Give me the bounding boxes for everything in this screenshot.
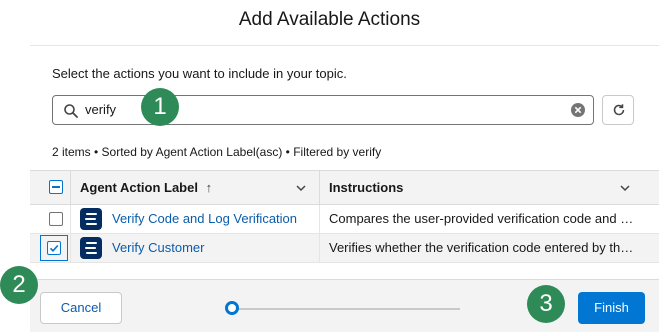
callout-badge-3: 3 [527, 285, 565, 323]
row-checkbox[interactable] [47, 241, 61, 255]
column-header-label[interactable]: Agent Action Label ↑ [80, 171, 212, 204]
progress-step-indicator [225, 301, 239, 315]
cancel-button[interactable]: Cancel [40, 292, 122, 324]
header-divider [30, 45, 659, 46]
instructions-cell: Compares the user-provided verification … [329, 211, 635, 226]
sort-arrow-icon: ↑ [205, 180, 213, 195]
chevron-down-icon[interactable] [619, 182, 631, 194]
select-all-checkbox[interactable] [49, 180, 63, 194]
table-row[interactable]: Verify Customer Verifies whether the ver… [30, 234, 659, 263]
cell-divider [319, 234, 320, 262]
table-header: Agent Action Label ↑ Instructions [30, 170, 659, 205]
cell-divider [70, 234, 71, 262]
action-link[interactable]: Verify Customer [112, 234, 204, 262]
agent-action-icon [80, 237, 102, 259]
clear-icon[interactable] [571, 103, 585, 117]
search-icon [64, 104, 78, 118]
header-divider [319, 171, 320, 204]
callout-badge-1: 1 [141, 88, 179, 126]
action-link[interactable]: Verify Code and Log Verification [112, 205, 297, 233]
search-input[interactable]: verify [52, 95, 594, 125]
agent-action-icon [80, 208, 102, 230]
refresh-button[interactable] [602, 95, 634, 125]
instruction-text: Select the actions you want to include i… [52, 66, 347, 81]
column-header-label-text: Agent Action Label [80, 180, 198, 195]
column-header-instructions[interactable]: Instructions [329, 171, 403, 204]
header-divider [70, 171, 71, 204]
callout-badge-2: 2 [0, 266, 38, 304]
refresh-icon [613, 104, 625, 116]
progress-track [237, 308, 460, 310]
chevron-down-icon[interactable] [295, 182, 307, 194]
finish-button[interactable]: Finish [578, 292, 645, 324]
modal-title: Add Available Actions [238, 9, 421, 30]
list-summary: 2 items • Sorted by Agent Action Label(a… [52, 145, 382, 159]
checkmark-icon [49, 244, 59, 252]
cell-divider [319, 205, 320, 233]
search-value: verify [85, 102, 117, 117]
instructions-cell: Verifies whether the verification code e… [329, 240, 635, 255]
cell-divider [70, 205, 71, 233]
row-checkbox[interactable] [49, 212, 63, 226]
table-row[interactable]: Verify Code and Log Verification Compare… [30, 205, 659, 234]
